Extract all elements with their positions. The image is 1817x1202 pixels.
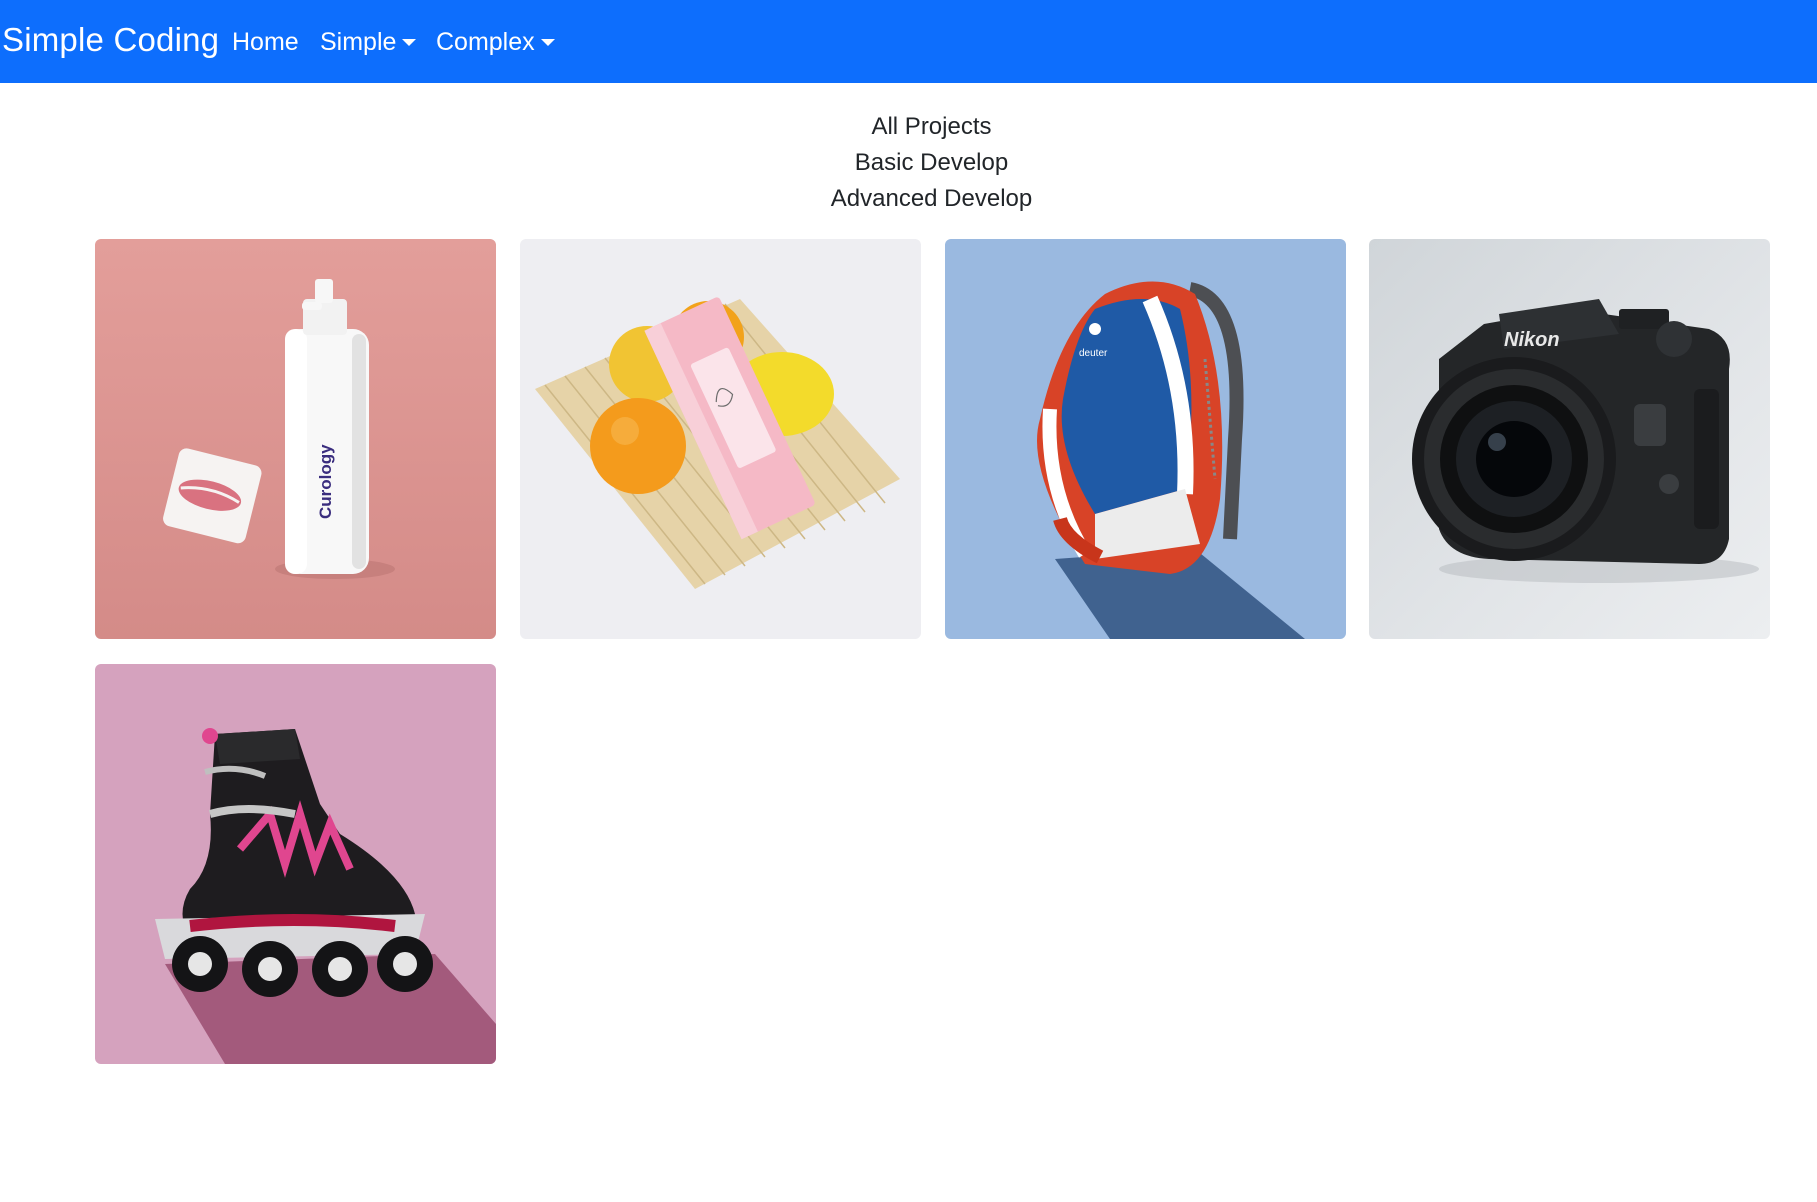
filter-basic-develop[interactable]: Basic Develop [0, 145, 1817, 181]
nikon-logo-text: Nikon [1504, 329, 1560, 351]
filter-all-projects[interactable]: All Projects [0, 109, 1817, 145]
gallery-item-skincare[interactable]: Curology [95, 239, 496, 639]
caret-down-icon [540, 39, 555, 46]
backpack-image: deuter [945, 239, 1346, 639]
brand-link[interactable]: Simple Coding [2, 21, 219, 59]
gallery-item-skate[interactable] [95, 664, 496, 1064]
nav-simple-label: Simple [320, 28, 397, 56]
skincare-image: Curology [95, 239, 496, 639]
camera-image: Nikon [1369, 239, 1770, 639]
curology-label: Curology [316, 444, 335, 519]
filter-advanced-develop[interactable]: Advanced Develop [0, 181, 1817, 217]
project-filters: All Projects Basic Develop Advanced Deve… [0, 109, 1817, 217]
nav-simple-dropdown[interactable]: Simple [320, 28, 417, 57]
gallery-item-camera[interactable]: Nikon [1369, 239, 1770, 639]
skate-image [95, 664, 496, 1064]
gallery-item-fruit-box[interactable] [520, 239, 921, 639]
nav-complex-label: Complex [436, 28, 535, 56]
fruit-box-image [520, 239, 921, 639]
top-navbar: Simple Coding Home Simple Complex [0, 0, 1817, 83]
nav-complex-dropdown[interactable]: Complex [436, 28, 555, 57]
gallery-item-backpack[interactable]: deuter [945, 239, 1346, 639]
deuter-logo-text: deuter [1079, 348, 1108, 359]
nav-home[interactable]: Home [232, 28, 299, 57]
caret-down-icon [402, 39, 417, 46]
